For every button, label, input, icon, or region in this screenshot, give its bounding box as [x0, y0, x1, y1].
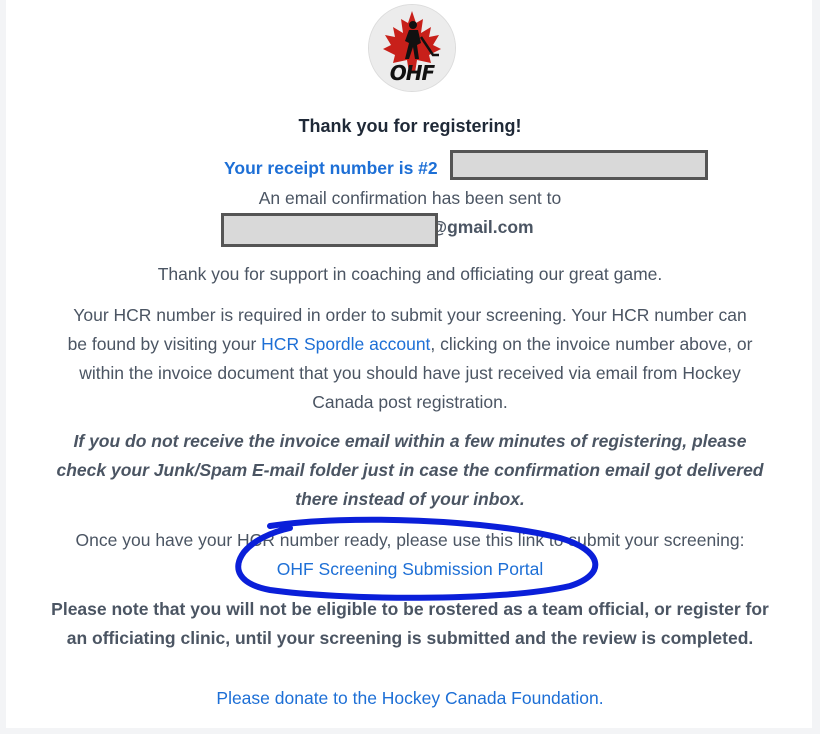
page-title: Thank you for registering!: [298, 116, 522, 136]
email-suffix: @gmail.com: [430, 217, 534, 237]
redacted-email: [221, 213, 438, 247]
hcr-line-4: Canada post registration.: [312, 392, 508, 412]
donate-link[interactable]: Please donate to the Hockey Canada Found…: [216, 688, 603, 708]
hcr-line-3: within the invoice document that you sho…: [79, 363, 741, 383]
spam-note-line-3: there instead of your inbox.: [295, 489, 525, 509]
spam-note-line-1: If you do not receive the invoice email …: [73, 431, 747, 451]
hcr-line-2: be found by visiting your HCR Spordle ac…: [0, 334, 820, 355]
hcr-line-2-suffix: , clicking on the invoice number above, …: [430, 334, 753, 354]
hcr-line-2-prefix: be found by visiting your: [67, 334, 262, 354]
hcr-spordle-account-link[interactable]: HCR Spordle account: [261, 334, 430, 354]
eligibility-note-line-1: Please note that you will not be eligibl…: [51, 599, 769, 619]
redacted-receipt-number: [450, 150, 708, 180]
spam-note-line-2: check your Junk/Spam E-mail folder just …: [56, 460, 764, 480]
logo-text: OHF: [389, 61, 435, 85]
hcr-line-1: Your HCR number is required in order to …: [73, 305, 747, 325]
support-text: Thank you for support in coaching and of…: [157, 264, 663, 284]
eligibility-note-line-2: an officiating clinic, until your screen…: [66, 628, 754, 648]
email-notice: An email confirmation has been sent to: [258, 188, 562, 208]
screening-instruction: Once you have your HCR number ready, ple…: [75, 530, 745, 550]
screening-link-line: OHF Screening Submission Portal: [0, 559, 820, 580]
ohf-screening-portal-link[interactable]: OHF Screening Submission Portal: [277, 559, 544, 579]
ohf-logo: OHF: [368, 4, 456, 92]
receipt-label: Your receipt number is #2: [224, 158, 438, 178]
donate-line: Please donate to the Hockey Canada Found…: [0, 688, 820, 709]
